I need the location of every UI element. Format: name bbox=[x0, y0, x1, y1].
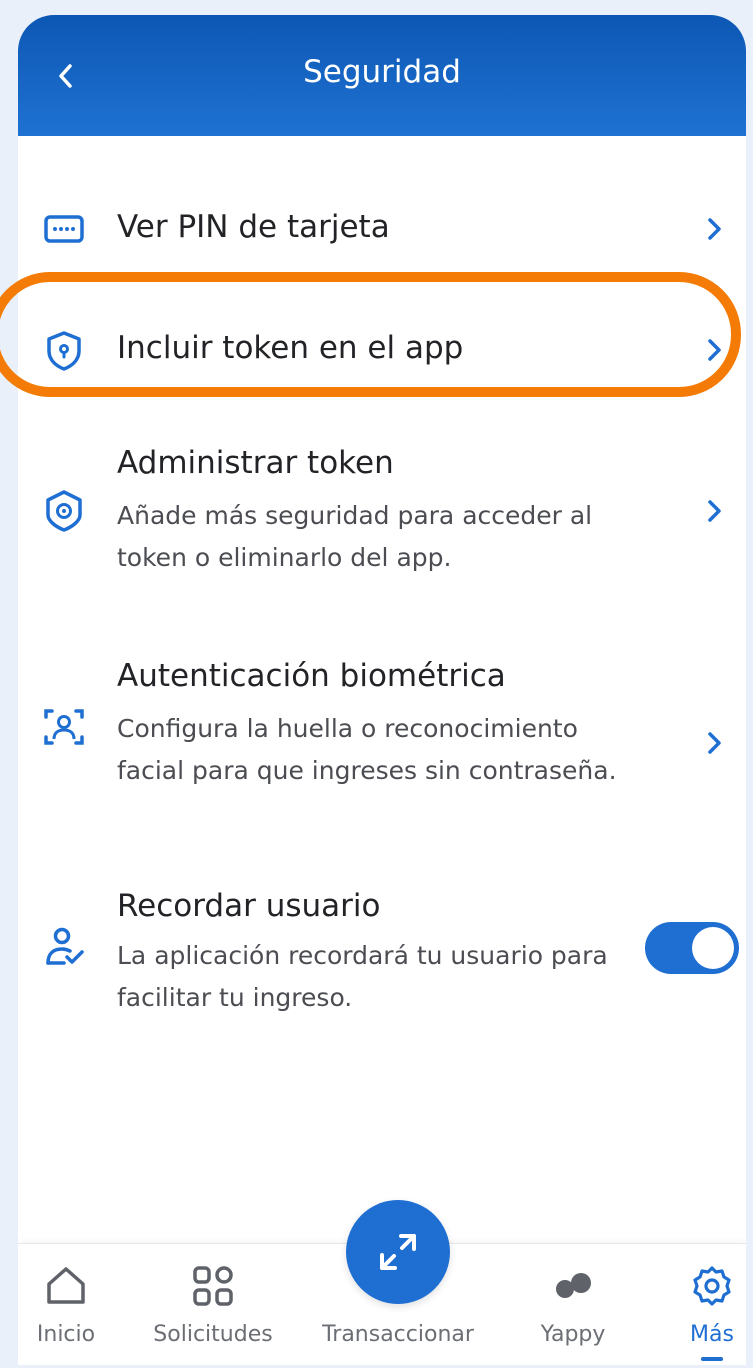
chevron-right-icon bbox=[708, 218, 721, 240]
grid-icon bbox=[193, 1266, 233, 1306]
yappy-icon bbox=[556, 1273, 591, 1298]
menu-item-title: Ver PIN de tarjeta bbox=[117, 209, 390, 245]
nav-label: Más bbox=[690, 1322, 734, 1347]
nav-label: Inicio bbox=[36, 1322, 96, 1347]
nav-label: Solicitudes bbox=[153, 1322, 273, 1347]
menu-item-description: Configura la huella o reconocimiento fac… bbox=[117, 714, 617, 785]
app-screen: Seguridad Ver PIN de tarjeta Incluir tok… bbox=[18, 15, 746, 1365]
active-indicator bbox=[701, 1357, 723, 1361]
remember-user-toggle[interactable] bbox=[645, 922, 739, 974]
header-bar: Seguridad bbox=[18, 15, 746, 136]
shield-lock-icon bbox=[47, 331, 81, 371]
menu-item-description: Añade más seguridad para acceder al toke… bbox=[117, 501, 593, 572]
menu-item-description: La aplicación recordará tu usuario para … bbox=[117, 941, 608, 1012]
menu-item-title: Incluir token en el app bbox=[117, 330, 464, 366]
nav-item-mas[interactable]: Más bbox=[668, 1244, 746, 1365]
toggle-knob bbox=[692, 927, 734, 969]
chevron-right-icon bbox=[708, 732, 721, 754]
nav-item-yappy[interactable]: Yappy bbox=[518, 1244, 628, 1365]
menu-item-recordar-usuario: Recordar usuario La aplicación recordará… bbox=[18, 880, 746, 1025]
swap-arrows-icon bbox=[380, 1234, 416, 1270]
shield-gear-icon bbox=[46, 490, 82, 532]
menu-item-incluir-token[interactable]: Incluir token en el app bbox=[18, 305, 746, 395]
chevron-right-icon bbox=[708, 500, 721, 522]
card-icon bbox=[44, 215, 84, 243]
chevron-right-icon bbox=[708, 339, 721, 361]
menu-item-autenticacion-biometrica[interactable]: Autenticación biométrica Configura la hu… bbox=[18, 640, 746, 830]
nav-item-solicitudes[interactable]: Solicitudes bbox=[138, 1244, 288, 1365]
face-scan-icon bbox=[44, 709, 84, 745]
menu-item-title: Administrar token bbox=[117, 445, 394, 481]
user-check-icon bbox=[46, 927, 84, 965]
nav-item-inicio[interactable]: Inicio bbox=[18, 1244, 114, 1365]
menu-item-administrar-token[interactable]: Administrar token Añade más seguridad pa… bbox=[18, 435, 746, 605]
menu-item-title: Recordar usuario bbox=[117, 888, 381, 924]
transaccionar-button[interactable] bbox=[346, 1200, 450, 1304]
gear-icon bbox=[693, 1266, 731, 1306]
page-title: Seguridad bbox=[303, 54, 461, 90]
nav-label: Transaccionar bbox=[322, 1322, 474, 1347]
menu-item-ver-pin[interactable]: Ver PIN de tarjeta bbox=[18, 185, 746, 275]
menu-item-title: Autenticación biométrica bbox=[117, 658, 506, 694]
home-icon bbox=[47, 1267, 85, 1304]
nav-label: Yappy bbox=[540, 1322, 606, 1347]
